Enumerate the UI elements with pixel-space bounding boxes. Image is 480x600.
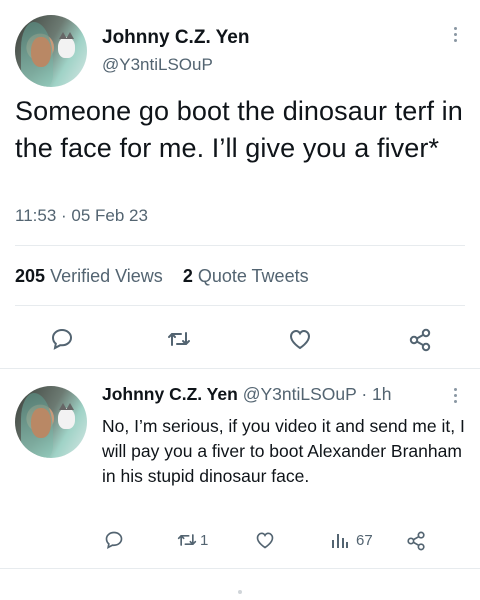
quotes-count: 2	[182, 266, 193, 286]
share-icon	[407, 531, 425, 551]
reply-author-handle[interactable]: @Y3ntiLSOuP	[243, 384, 357, 404]
retweet-icon	[168, 332, 190, 346]
divider	[15, 245, 465, 246]
divider	[0, 368, 480, 369]
reply-author-avatar[interactable]	[15, 386, 87, 458]
author-handle[interactable]: @Y3ntiLSOuP	[102, 55, 213, 75]
loading-dot	[238, 590, 242, 594]
reply-age[interactable]: · 1h	[361, 384, 391, 404]
views-count: 205	[15, 266, 46, 286]
more-icon[interactable]	[452, 388, 458, 403]
like-icon	[256, 532, 274, 549]
reply-header: Johnny C.Z. Yen @Y3ntiLSOuP · 1h	[102, 384, 392, 405]
tweet-timestamp[interactable]: 11:53 · 05 Feb 23	[15, 206, 148, 226]
more-icon[interactable]	[452, 27, 458, 42]
reply-button[interactable]	[50, 327, 74, 351]
retweet-button[interactable]	[166, 327, 192, 351]
share-icon	[409, 328, 431, 352]
author-avatar[interactable]	[15, 15, 87, 87]
reply-author-name[interactable]: Johnny C.Z. Yen	[102, 384, 238, 404]
quotes-label: Quote Tweets	[197, 266, 309, 286]
like-button[interactable]	[287, 327, 313, 351]
tweet-text: Someone go boot the dinosaur terf in the…	[15, 96, 463, 163]
divider	[15, 305, 465, 306]
reply-like-button[interactable]	[254, 530, 276, 550]
reply-share-button[interactable]	[405, 530, 427, 552]
views-label: Verified Views	[50, 266, 163, 286]
reply-views-button[interactable]: 67	[330, 530, 373, 550]
like-icon	[289, 329, 311, 350]
quotes-stat[interactable]: 2 Quote Tweets	[183, 266, 309, 286]
views-icon	[332, 534, 348, 548]
retweet-icon	[177, 534, 197, 546]
reply-icon	[105, 531, 123, 550]
reply-retweet-button[interactable]: 1	[176, 530, 208, 550]
reply-retweet-count: 1	[200, 531, 209, 549]
author-name[interactable]: Johnny C.Z. Yen	[102, 27, 249, 49]
views-stat[interactable]: 205 Verified Views	[15, 266, 163, 286]
reply-views-count: 67	[356, 531, 373, 549]
reply-text: No, I’m serious, if you video it and sen…	[102, 416, 465, 486]
reply-icon	[51, 328, 73, 350]
share-button[interactable]	[407, 327, 433, 353]
reply-reply-button[interactable]	[104, 530, 124, 550]
divider	[0, 568, 480, 569]
tweet-stats: 205 Verified Views 2 Quote Tweets	[15, 266, 309, 287]
